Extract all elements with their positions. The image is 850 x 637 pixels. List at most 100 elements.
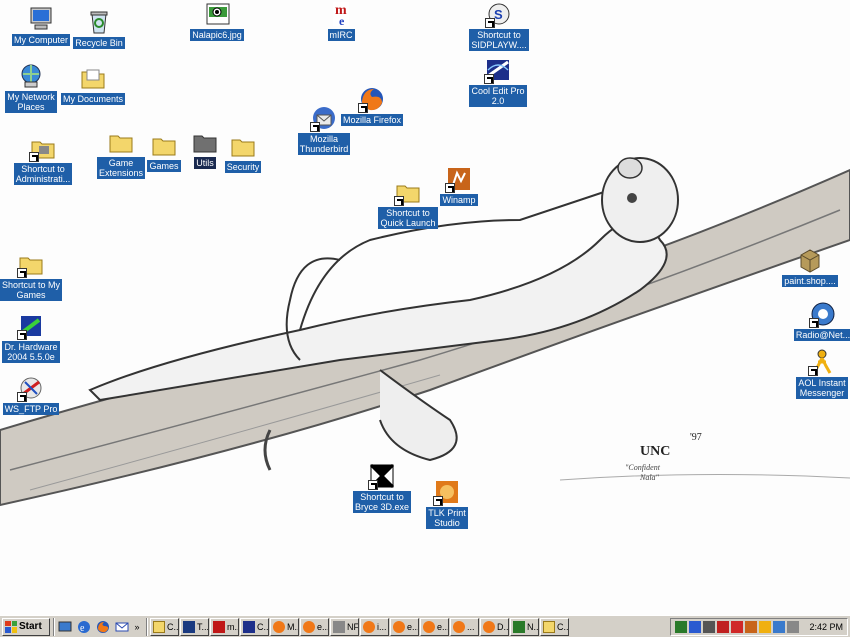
firefox-icon bbox=[393, 620, 405, 633]
admin-tools-icon bbox=[29, 134, 57, 162]
icon-label: TLK Print Studio bbox=[426, 507, 468, 529]
svg-text:"Confident: "Confident bbox=[625, 463, 661, 472]
taskbar-button[interactable]: T... bbox=[180, 617, 209, 636]
taskbar: Start e » C... T... m... C... M... e... … bbox=[0, 615, 850, 637]
shortcut-arrow-icon bbox=[310, 122, 320, 132]
folder-icon bbox=[543, 620, 555, 633]
taskbar-button[interactable]: e... bbox=[420, 617, 449, 636]
desktop: UNC '97 "Confident Nala" My Computer Rec… bbox=[0, 0, 850, 615]
taskbar-button[interactable]: C... bbox=[240, 617, 269, 636]
quick-launch-ie-icon[interactable]: e bbox=[76, 619, 92, 635]
desktop-icon-recycle-bin[interactable]: Recycle Bin bbox=[60, 8, 138, 49]
desktop-icon-cool-edit-pro[interactable]: Cool Edit Pro 2.0 bbox=[459, 56, 537, 107]
mirc-icon bbox=[213, 620, 225, 633]
tray-display-icon[interactable] bbox=[773, 620, 786, 633]
desktop-icon-aol-instant-messenger[interactable]: AOL Instant Messenger bbox=[783, 348, 850, 399]
taskbar-button[interactable]: NF... bbox=[330, 617, 359, 636]
firefox-icon bbox=[303, 620, 315, 633]
app-icon bbox=[333, 620, 345, 633]
desktop-icon-ws-ftp-pro[interactable]: WS_FTP Pro bbox=[0, 374, 70, 415]
system-tray: 2:42 PM bbox=[670, 617, 848, 636]
svg-text:S: S bbox=[494, 7, 503, 22]
shortcut-arrow-icon bbox=[29, 152, 39, 162]
icon-label: mIRC bbox=[327, 29, 355, 41]
folder-icon bbox=[79, 64, 107, 92]
app-icon bbox=[513, 620, 525, 633]
shortcut-arrow-icon bbox=[808, 366, 818, 376]
icon-label: Radio@Net... bbox=[793, 329, 850, 341]
svg-text:UNC: UNC bbox=[640, 444, 670, 459]
taskbar-button[interactable]: i... bbox=[360, 617, 389, 636]
tray-aim-icon[interactable] bbox=[759, 620, 772, 633]
cool-edit-icon bbox=[484, 56, 512, 84]
taskbar-button[interactable]: D... bbox=[480, 617, 509, 636]
svg-text:Nala": Nala" bbox=[639, 473, 660, 482]
tray-antivirus-icon[interactable] bbox=[717, 620, 730, 633]
desktop-icon-administrative-tools[interactable]: Shortcut to Administrati... bbox=[4, 134, 82, 185]
taskbar-button[interactable]: e... bbox=[390, 617, 419, 636]
firefox-icon bbox=[483, 620, 495, 633]
icon-label: Mozilla Thunderbird bbox=[297, 133, 351, 155]
icon-label: Security bbox=[224, 161, 262, 173]
taskbar-button[interactable]: C... bbox=[150, 617, 179, 636]
desktop-icon-paint-shop[interactable]: paint.shop.... bbox=[771, 246, 849, 287]
icon-label: Nalapic6.jpg bbox=[190, 29, 244, 41]
icon-label: Shortcut to Administrati... bbox=[13, 163, 73, 185]
tray-network-icon[interactable] bbox=[689, 620, 702, 633]
taskbar-button[interactable]: m... bbox=[210, 617, 239, 636]
desktop-icon-my-documents[interactable]: My Documents bbox=[54, 64, 132, 105]
dr-hardware-icon bbox=[17, 312, 45, 340]
icon-label: Shortcut to Bryce 3D.exe bbox=[352, 491, 412, 513]
quick-launch-firefox-icon[interactable] bbox=[95, 619, 111, 635]
cool-edit-icon bbox=[243, 620, 255, 633]
desktop-icon-mozilla-thunderbird[interactable]: Mozilla Thunderbird bbox=[285, 104, 363, 155]
quick-launch-more-chevron-icon[interactable]: » bbox=[133, 619, 141, 635]
icon-label: Shortcut to My Games bbox=[0, 279, 63, 301]
shortcut-arrow-icon bbox=[394, 196, 404, 206]
svg-text:e: e bbox=[339, 14, 345, 28]
tray-ati-icon[interactable] bbox=[731, 620, 744, 633]
folder-icon bbox=[153, 620, 165, 633]
folder-icon bbox=[17, 250, 45, 278]
clock[interactable]: 2:42 PM bbox=[809, 622, 843, 632]
icon-label: Dr. Hardware 2004 5.5.0e bbox=[2, 341, 60, 363]
desktop-icon-sidplay[interactable]: S Shortcut to SIDPLAYW.... bbox=[460, 0, 538, 51]
tray-winamp-icon[interactable] bbox=[745, 620, 758, 633]
taskbar-button[interactable]: e... bbox=[300, 617, 329, 636]
desktop-icon-tlk-print-studio[interactable]: TLK Print Studio bbox=[408, 478, 486, 529]
icon-label: My Documents bbox=[60, 93, 126, 105]
icon-label: Shortcut to Quick Launch bbox=[378, 207, 438, 229]
folder-icon bbox=[394, 178, 422, 206]
taskbar-button[interactable]: N... bbox=[510, 617, 539, 636]
quick-launch-desktop-icon[interactable] bbox=[57, 619, 73, 635]
desktop-icon-nalapic6[interactable]: Nalapic6.jpg bbox=[178, 0, 256, 41]
desktop-icon-security[interactable]: Security bbox=[204, 132, 282, 173]
desktop-icon-dr-hardware[interactable]: Dr. Hardware 2004 5.5.0e bbox=[0, 312, 70, 363]
recycle-bin-icon bbox=[85, 8, 113, 36]
shortcut-arrow-icon bbox=[17, 330, 27, 340]
thunderbird-icon bbox=[310, 104, 338, 132]
image-file-icon bbox=[203, 0, 231, 28]
tray-app-icon[interactable] bbox=[675, 620, 688, 633]
shortcut-arrow-icon bbox=[17, 268, 27, 278]
app-icon bbox=[183, 620, 195, 633]
desktop-icon-my-games-shortcut[interactable]: Shortcut to My Games bbox=[0, 250, 70, 301]
desktop-icon-radio-net[interactable]: Radio@Net... bbox=[784, 300, 850, 341]
taskbar-separator bbox=[146, 617, 148, 636]
radio-icon bbox=[809, 300, 837, 328]
aim-icon bbox=[808, 348, 836, 376]
firefox-icon bbox=[453, 620, 465, 633]
tray-security-icon[interactable] bbox=[787, 620, 800, 633]
start-button[interactable]: Start bbox=[2, 617, 50, 636]
shortcut-arrow-icon bbox=[17, 392, 27, 402]
taskbar-button[interactable]: C... bbox=[540, 617, 569, 636]
taskbar-button[interactable]: ... bbox=[450, 617, 479, 636]
icon-label: AOL Instant Messenger bbox=[796, 377, 848, 399]
tray-volume-icon[interactable] bbox=[703, 620, 716, 633]
quick-launch-outlook-icon[interactable] bbox=[114, 619, 130, 635]
desktop-icon-quick-launch[interactable]: Shortcut to Quick Launch bbox=[369, 178, 447, 229]
start-label: Start bbox=[19, 621, 42, 632]
taskbar-button[interactable]: M... bbox=[270, 617, 299, 636]
desktop-icon-mirc[interactable]: me mIRC bbox=[302, 0, 380, 41]
folder-icon bbox=[229, 132, 257, 160]
